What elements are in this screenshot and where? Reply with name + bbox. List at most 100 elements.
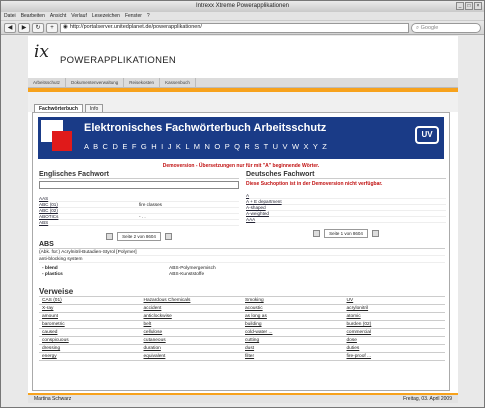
nav-dokumentenverwaltung[interactable]: Dokumentenverwaltung [66, 78, 125, 87]
uv-logo: UV [415, 126, 439, 144]
url-bar[interactable]: ◉ http://portalserver.unitedplanet.de/pow… [60, 22, 409, 33]
nav-kassenbuch[interactable]: Kassenbuch [160, 78, 196, 87]
user-name: Martina Schwarz [34, 396, 72, 402]
portal-header: ix POWERAPPLIKATIONEN [28, 36, 458, 78]
portal-page: ix POWERAPPLIKATIONEN Arbeitsschutz Dokum… [28, 36, 458, 403]
menu-ansicht[interactable]: Ansicht [50, 12, 66, 20]
search-input[interactable]: ⌕ Google [411, 22, 481, 33]
reference-link[interactable]: dressing [39, 345, 141, 353]
references-section: Verweise CAS (01) Hazardous Chemicals Smok… [39, 287, 445, 361]
window-controls: _ □ × [456, 2, 482, 10]
reference-link[interactable]: conspicuous [39, 337, 141, 345]
word-link[interactable]: AAS [39, 196, 139, 201]
list-item[interactable]: ABS [39, 220, 239, 226]
menu-help[interactable]: ? [147, 12, 150, 20]
reference-link[interactable]: cellulose [140, 329, 242, 337]
reference-link[interactable]: cutaneous [140, 337, 242, 345]
word-link[interactable]: ABC (01) [39, 202, 139, 207]
menu-datei[interactable]: Datei [4, 12, 16, 20]
reference-link[interactable]: CAS (01) [39, 297, 141, 305]
english-search-input[interactable] [39, 181, 239, 189]
reference-link[interactable]: commercial [343, 329, 445, 337]
page-indicator: Seite 1 von 8604 [324, 228, 368, 238]
references-grid: CAS (01) Hazardous Chemicals Smoking UV X-ra… [39, 297, 445, 361]
back-icon[interactable]: ◀ [4, 22, 16, 33]
prev-page-icon[interactable] [106, 232, 114, 240]
german-word-list: A A + E department A-shaped A-weighted A… [246, 193, 446, 223]
reference-link[interactable]: dose [343, 337, 445, 345]
reference-link[interactable]: barometric [39, 321, 141, 329]
add-icon[interactable]: + [46, 22, 58, 33]
dictionary-banner: Elektronisches Fachwörterbuch Arbeitssch… [38, 117, 444, 159]
title-bar: Intrexx Xtreme Powerapplikationen _ □ × [1, 1, 484, 12]
reference-link[interactable]: fire-proof ... [343, 353, 445, 361]
word-link[interactable]: ABOTICs [39, 214, 139, 219]
nav-reisekosten[interactable]: Reisekosten [124, 78, 161, 87]
reference-link[interactable]: cutting [242, 337, 344, 345]
german-heading: Deutsches Fachwort [246, 171, 446, 179]
list-item[interactable]: AAA [246, 217, 446, 223]
next-page-icon[interactable] [371, 229, 379, 237]
reload-icon[interactable]: ↻ [32, 22, 44, 33]
reference-link[interactable]: X-ray [39, 305, 141, 313]
app-title: POWERAPPLIKATIONEN [60, 55, 177, 66]
maximize-icon[interactable]: □ [465, 2, 473, 10]
english-heading: Englisches Fachwort [39, 171, 239, 179]
minimize-icon[interactable]: _ [456, 2, 464, 10]
reference-link[interactable]: accident [140, 305, 242, 313]
forward-icon[interactable]: ▶ [18, 22, 30, 33]
prev-page-icon[interactable] [313, 229, 321, 237]
demo-notice: Demoversion - Übersetzungen nur für mit … [162, 163, 320, 169]
reference-link[interactable]: Smoking [242, 297, 344, 305]
word-link[interactable]: ABS [39, 220, 139, 225]
reference-link[interactable]: dust [242, 345, 344, 353]
reference-link[interactable]: belt [140, 321, 242, 329]
word-link[interactable]: A [246, 193, 346, 198]
reference-link[interactable]: equivalent [140, 353, 242, 361]
menu-fenster[interactable]: Fenster [125, 12, 142, 20]
reference-link[interactable]: as long as [242, 313, 344, 321]
menu-lesezeichen[interactable]: Lesezeichen [92, 12, 120, 20]
entry-definition: anti-blocking system [39, 256, 445, 263]
page-footer: Martina Schwarz Freitag, 03. April 2009 [28, 393, 458, 403]
app-nav: Arbeitsschutz Dokumentenverwaltung Reiseko… [28, 78, 458, 88]
alphabet-links[interactable]: A B C D E F G H I J K L M N O P Q R S T … [84, 142, 328, 151]
close-icon[interactable]: × [474, 2, 482, 10]
reference-link[interactable]: filter [242, 353, 344, 361]
entry-details: ABS (Abk. für:) Acrylnitril-Butadien-Sty… [39, 241, 445, 278]
menu-bearbeiten[interactable]: Bearbeiten [21, 12, 45, 20]
word-link[interactable]: AAA [246, 217, 346, 222]
reference-link[interactable]: acrylonitril [343, 305, 445, 313]
next-page-icon[interactable] [164, 232, 172, 240]
reference-link[interactable]: energy [39, 353, 141, 361]
entry-definition: (Abk. für:) Acrylnitril-Butadien-Styrol … [39, 249, 445, 256]
german-pager: Seite 1 von 8604 [246, 227, 446, 239]
word-link[interactable]: ABC (02) [39, 208, 139, 213]
german-column: Deutsches Fachwort Diese Suchoption ist … [246, 171, 446, 239]
reference-link[interactable]: UV [343, 297, 445, 305]
english-column: Englisches Fachwort AAS ABC (01) fire cla… [39, 171, 239, 242]
reference-link[interactable]: acoustic [242, 305, 344, 313]
word-link[interactable]: A + E department [246, 199, 346, 204]
reference-link[interactable]: cold-water ... [242, 329, 344, 337]
compound-translation: ABS-Kunststoffe [169, 272, 205, 277]
window-title: Intrexx Xtreme Powerapplikationen [195, 3, 290, 9]
compound-row: - plastics ABS-Kunststoffe [39, 272, 445, 278]
reference-link[interactable]: anticlockwise [140, 313, 242, 321]
reference-link[interactable]: amount [39, 313, 141, 321]
reference-link[interactable]: Hazardous Chemicals [140, 297, 242, 305]
references-heading: Verweise [39, 287, 445, 297]
reference-link[interactable]: burden (02) [343, 321, 445, 329]
reference-link[interactable]: building [242, 321, 344, 329]
reference-link[interactable]: duration [140, 345, 242, 353]
nav-arbeitsschutz[interactable]: Arbeitsschutz [28, 78, 67, 87]
word-note: - . . [139, 214, 146, 219]
ix-logo: ix [34, 42, 50, 62]
word-link[interactable]: A-weighted [246, 211, 346, 216]
word-link[interactable]: A-shaped [246, 205, 346, 210]
nav-toolbar: ◀ ▶ ↻ + ◉ http://portalserver.unitedplanet.d… [1, 21, 484, 35]
reference-link[interactable]: caused [39, 329, 141, 337]
reference-link[interactable]: atomic [343, 313, 445, 321]
menu-verlauf[interactable]: Verlauf [71, 12, 87, 20]
reference-link[interactable]: duties [343, 345, 445, 353]
